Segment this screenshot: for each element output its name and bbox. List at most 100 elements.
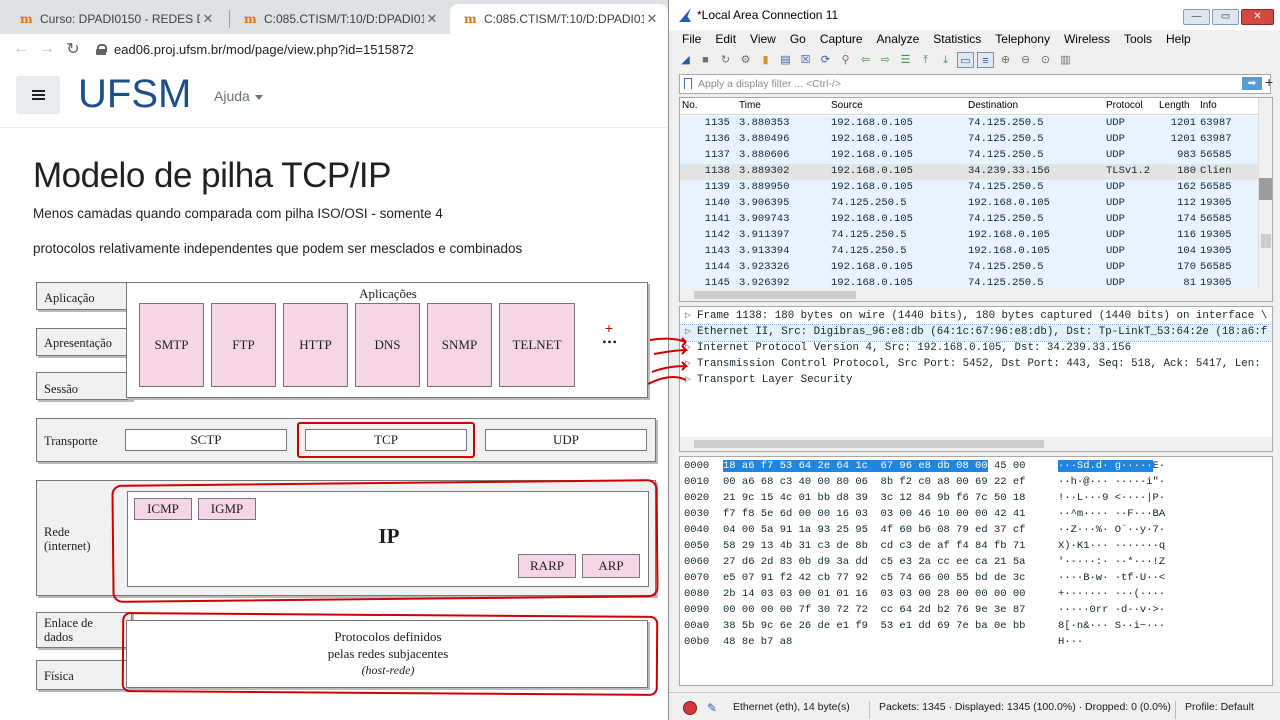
normal-size-icon[interactable]: ⊙ — [1037, 52, 1054, 68]
menu-analyze[interactable]: Analyze — [870, 30, 927, 48]
apply-filter-arrow-icon[interactable]: ➡ — [1242, 77, 1262, 90]
zoom-in-icon[interactable]: ⊕ — [997, 52, 1014, 68]
autoscroll-icon[interactable]: ▭ — [957, 52, 974, 68]
detail-ethernet[interactable]: ▷ Ethernet II, Src: Digibras_96:e8:db (64… — [680, 324, 1272, 342]
display-filter-input[interactable]: Apply a display filter ... <Ctrl-/> ➡ — [679, 74, 1271, 94]
hex-ascii-rest: ··^m···· ··F···BA — [1058, 508, 1166, 520]
packet-row[interactable]: 1136 3.880496 192.168.0.105 74.125.250.5 UDP… — [680, 132, 1266, 148]
menu-file[interactable]: File — [669, 30, 708, 48]
packet-row[interactable]: 1142 3.911397 74.125.250.5 192.168.0.105 UDP… — [680, 228, 1266, 244]
packet-cell-dst: 34.239.33.156 — [968, 165, 1050, 177]
save-file-icon[interactable]: ▤ — [777, 52, 794, 68]
packet-cell-src: 192.168.0.105 — [831, 133, 913, 145]
packet-list-vscrollbar[interactable] — [1258, 98, 1272, 301]
bookmark-icon[interactable] — [684, 78, 692, 89]
maximize-button[interactable]: ▭ — [1212, 9, 1239, 25]
browser-tab-2[interactable]: m C:085.CTISM/T:10/D:DPADI0150/ ✕ — [230, 4, 448, 34]
forward-arrow-icon[interactable]: → — [34, 40, 60, 58]
minimize-button[interactable]: — — [1183, 9, 1210, 25]
packet-row[interactable]: 1139 3.889950 192.168.0.105 74.125.250.5 UDP… — [680, 180, 1266, 196]
hex-ascii: !··L···9 <····|P· — [1058, 492, 1165, 504]
reload-file-icon[interactable]: ⟳ — [817, 52, 834, 68]
hex-offset: 0050 — [684, 540, 710, 552]
detail-frame[interactable]: ▷ Frame 1138: 180 bytes on wire (1440 bit… — [680, 309, 1272, 325]
packet-list-hscrollbar[interactable] — [680, 288, 1260, 301]
menu-go[interactable]: Go — [783, 30, 813, 48]
capture-options-icon[interactable]: ⚙ — [737, 52, 754, 68]
col-no[interactable]: No. — [682, 100, 698, 111]
menu-wireless[interactable]: Wireless — [1057, 30, 1117, 48]
menu-telephony[interactable]: Telephony — [988, 30, 1057, 48]
add-filter-button[interactable]: + — [1265, 74, 1273, 90]
expert-info-icon[interactable] — [683, 701, 697, 715]
menu-edit[interactable]: Edit — [708, 30, 743, 48]
detail-tcp[interactable]: ▷ Transmission Control Protocol, Src Port… — [680, 357, 1272, 373]
packet-cell-proto: UDP — [1106, 133, 1125, 145]
status-profile[interactable]: Profile: Default — [1185, 701, 1254, 713]
zoom-out-icon[interactable]: ⊖ — [1017, 52, 1034, 68]
open-file-icon[interactable]: ▮ — [757, 52, 774, 68]
packet-row[interactable]: 1135 3.880353 192.168.0.105 74.125.250.5 UDP… — [680, 116, 1266, 132]
packet-row[interactable]: 1143 3.913394 74.125.250.5 192.168.0.105 UDP… — [680, 244, 1266, 260]
packet-cell-info: 63987 — [1200, 117, 1232, 129]
close-tab-icon[interactable]: ✕ — [424, 11, 440, 27]
packet-row[interactable]: 1140 3.906395 74.125.250.5 192.168.0.105 UDP… — [680, 196, 1266, 212]
menu-capture[interactable]: Capture — [813, 30, 870, 48]
wireshark-titlebar: *Local Area Connection 11 — ▭ ✕ — [669, 0, 1280, 30]
detail-ipv4[interactable]: ▷ Internet Protocol Version 4, Src: 192.1… — [680, 341, 1272, 357]
col-destination[interactable]: Destination — [968, 100, 1018, 111]
last-packet-icon[interactable]: ⤓ — [937, 52, 954, 68]
packet-cell-time: 3.889950 — [739, 181, 790, 193]
menu-statistics[interactable]: Statistics — [926, 30, 988, 48]
scroll-thumb[interactable] — [694, 291, 856, 299]
stop-capture-icon[interactable]: ■ — [697, 52, 714, 68]
close-file-icon[interactable]: ☒ — [797, 52, 814, 68]
back-arrow-icon[interactable]: ← — [8, 40, 34, 58]
go-to-packet-icon[interactable]: ☰ — [897, 52, 914, 68]
proto-smtp: SMTP — [139, 303, 204, 387]
hex-ascii: ··^m···· ··F···BA — [1058, 508, 1165, 520]
menu-tools[interactable]: Tools — [1117, 30, 1159, 48]
packet-cell-dst: 192.168.0.105 — [968, 245, 1050, 257]
browser-tab-1[interactable]: m Curso: DPADI0150 - REDES DE C ✕ — [6, 4, 228, 34]
menu-view[interactable]: View — [743, 30, 783, 48]
hex-ascii-rest: +······· ···(···· — [1058, 588, 1166, 600]
col-length[interactable]: Length — [1159, 100, 1190, 111]
scroll-thumb[interactable] — [1261, 234, 1271, 248]
browser-tab-3-active[interactable]: m C:085.CTISM/T:10/D:DPADI0150/ ✕ — [450, 4, 668, 34]
detail-tls[interactable]: ▷ Transport Layer Security — [680, 373, 1272, 389]
close-window-button[interactable]: ✕ — [1241, 9, 1274, 25]
packet-row[interactable]: 1144 3.923326 192.168.0.105 74.125.250.5 UDP… — [680, 260, 1266, 276]
reload-icon[interactable]: ↻ — [60, 39, 86, 59]
menu-help[interactable]: Help — [1159, 30, 1198, 48]
col-source[interactable]: Source — [831, 100, 863, 111]
hex-offset: 00b0 — [684, 636, 710, 648]
col-time[interactable]: Time — [739, 100, 761, 111]
col-protocol[interactable]: Protocol — [1106, 100, 1143, 111]
first-packet-icon[interactable]: ⤒ — [917, 52, 934, 68]
colorize-icon[interactable]: ≡ — [977, 52, 994, 68]
details-hscrollbar[interactable] — [680, 437, 1272, 451]
url-field[interactable]: ead06.proj.ufsm.br/mod/page/view.php?id=… — [114, 42, 414, 57]
window-title: *Local Area Connection 11 — [697, 8, 839, 22]
red-arrow-1 — [649, 337, 687, 347]
ufsm-logo[interactable]: UFSM — [78, 72, 191, 117]
hamburger-menu-button[interactable] — [16, 76, 60, 114]
close-tab-icon[interactable]: ✕ — [200, 11, 216, 27]
start-capture-icon[interactable]: ◢ — [677, 52, 694, 68]
close-tab-icon[interactable]: ✕ — [644, 11, 660, 27]
find-packet-icon[interactable]: ⚲ — [837, 52, 854, 68]
col-info[interactable]: Info — [1200, 100, 1217, 111]
packet-row[interactable]: 1137 3.880606 192.168.0.105 74.125.250.5 UDP… — [680, 148, 1266, 164]
go-back-icon[interactable]: ⇦ — [857, 52, 874, 68]
scroll-thumb[interactable] — [694, 440, 1044, 448]
restart-capture-icon[interactable]: ↻ — [717, 52, 734, 68]
capture-comment-icon[interactable]: ✎ — [707, 701, 717, 715]
go-forward-icon[interactable]: ⇨ — [877, 52, 894, 68]
hex-bytes: 21 9c 15 4c 01 bb d8 39 3c 12 84 9b f6 7… — [723, 492, 1025, 504]
resize-columns-icon[interactable]: ▥ — [1057, 52, 1074, 68]
packet-row[interactable]: 1138 3.889302 192.168.0.105 34.239.33.156 TL… — [680, 164, 1266, 180]
help-menu[interactable]: Ajuda — [214, 88, 263, 104]
packet-row[interactable]: 1141 3.909743 192.168.0.105 74.125.250.5 UDP… — [680, 212, 1266, 228]
packet-details: ▷ Frame 1138: 180 bytes on wire (1440 bit… — [679, 306, 1273, 452]
